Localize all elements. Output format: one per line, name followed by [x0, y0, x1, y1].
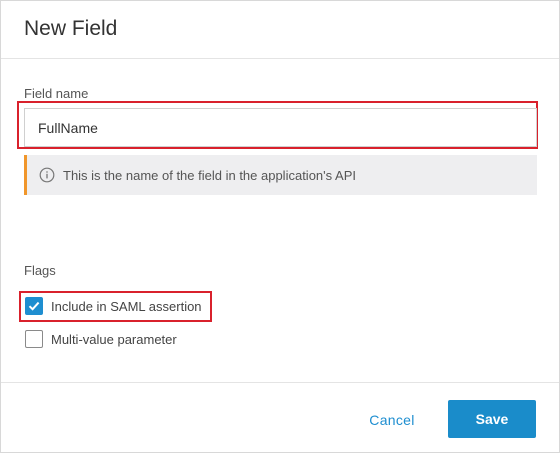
include-in-saml-label: Include in SAML assertion [51, 298, 202, 314]
dialog-header: New Field [1, 1, 559, 59]
dialog-footer: Cancel Save [1, 382, 559, 453]
multi-value-parameter-label: Multi-value parameter [51, 331, 177, 347]
field-name-label: Field name [24, 86, 89, 101]
save-button[interactable]: Save [448, 400, 536, 438]
flags-label: Flags [24, 263, 56, 278]
new-field-dialog: New Field Field name This is the name of… [0, 0, 560, 453]
info-icon [39, 167, 55, 183]
hint-text: This is the name of the field in the app… [63, 167, 356, 183]
checkmark-icon [28, 301, 40, 311]
include-in-saml-assertion-option[interactable]: Include in SAML assertion [25, 297, 202, 315]
cancel-button[interactable]: Cancel [357, 402, 427, 438]
field-name-input[interactable] [24, 108, 537, 147]
multi-value-parameter-checkbox[interactable] [25, 330, 43, 348]
include-in-saml-checkbox[interactable] [25, 297, 43, 315]
multi-value-parameter-option[interactable]: Multi-value parameter [25, 330, 177, 348]
field-name-hint: This is the name of the field in the app… [24, 155, 537, 195]
dialog-title: New Field [24, 17, 118, 40]
